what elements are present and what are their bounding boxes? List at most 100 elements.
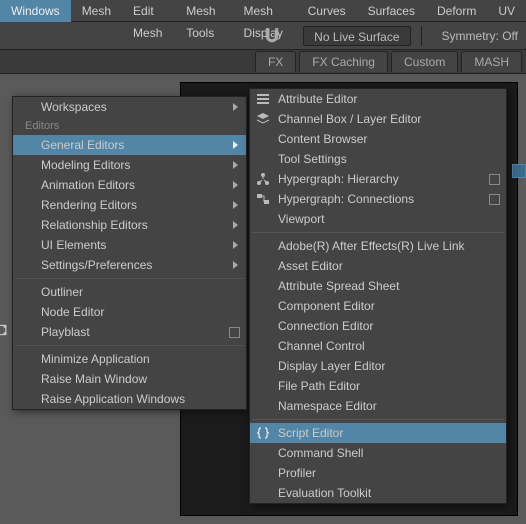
menu-label: Raise Main Window bbox=[41, 372, 147, 386]
command-shell-item[interactable]: Command Shell bbox=[250, 443, 506, 463]
hypergraph-hierarchy-item[interactable]: Hypergraph: Hierarchy bbox=[250, 169, 506, 189]
minimize-application-item[interactable]: Minimize Application bbox=[13, 349, 246, 369]
attribute-spread-sheet-item[interactable]: Attribute Spread Sheet bbox=[250, 276, 506, 296]
display-layer-editor-item[interactable]: Display Layer Editor bbox=[250, 356, 506, 376]
menu-label: Namespace Editor bbox=[278, 399, 377, 413]
animation-editors-submenu[interactable]: Animation Editors bbox=[13, 175, 246, 195]
option-box-icon[interactable] bbox=[229, 327, 240, 338]
attribute-editor-item[interactable]: Attribute Editor bbox=[250, 89, 506, 109]
menu-label: Channel Control bbox=[278, 339, 365, 353]
node-editor-item[interactable]: Node Editor bbox=[13, 302, 246, 322]
chevron-right-icon bbox=[233, 181, 238, 189]
component-editor-item[interactable]: Component Editor bbox=[250, 296, 506, 316]
menu-label: Attribute Spread Sheet bbox=[278, 279, 399, 293]
list-icon bbox=[256, 92, 270, 106]
chevron-right-icon bbox=[233, 261, 238, 269]
live-surface-dropdown[interactable]: No Live Surface bbox=[303, 26, 410, 46]
menu-label: File Path Editor bbox=[278, 379, 360, 393]
evaluation-toolkit-item[interactable]: Evaluation Toolkit bbox=[250, 483, 506, 503]
ui-elements-submenu[interactable]: UI Elements bbox=[13, 235, 246, 255]
menu-label: Playblast bbox=[41, 325, 90, 339]
general-editors-menu: Attribute Editor Channel Box / Layer Edi… bbox=[249, 88, 507, 504]
raise-application-windows-item[interactable]: Raise Application Windows bbox=[13, 389, 246, 409]
tool-settings-item[interactable]: Tool Settings bbox=[250, 149, 506, 169]
settings-preferences-submenu[interactable]: Settings/Preferences bbox=[13, 255, 246, 275]
menu-label: General Editors bbox=[41, 138, 124, 152]
windows-menu: Workspaces Editors General Editors Model… bbox=[12, 96, 247, 410]
menu-label: UI Elements bbox=[41, 238, 106, 252]
channel-control-item[interactable]: Channel Control bbox=[250, 336, 506, 356]
playblast-item[interactable]: Playblast bbox=[13, 322, 246, 342]
option-box-icon[interactable] bbox=[489, 194, 500, 205]
menu-separator bbox=[252, 419, 504, 420]
menu-mesh-tools[interactable]: Mesh Tools bbox=[175, 0, 232, 22]
chevron-right-icon bbox=[233, 161, 238, 169]
braces-icon bbox=[256, 426, 270, 440]
profiler-item[interactable]: Profiler bbox=[250, 463, 506, 483]
panel-toggle-icon[interactable] bbox=[512, 164, 526, 178]
menu-label: Channel Box / Layer Editor bbox=[278, 112, 421, 126]
chevron-right-icon bbox=[233, 103, 238, 111]
menu-label: Rendering Editors bbox=[41, 198, 137, 212]
menu-separator bbox=[15, 278, 244, 279]
general-editors-submenu[interactable]: General Editors bbox=[13, 135, 246, 155]
main-menubar: Windows Mesh Edit Mesh Mesh Tools Mesh D… bbox=[0, 0, 526, 22]
divider bbox=[421, 26, 422, 46]
menu-uv[interactable]: UV bbox=[487, 0, 526, 22]
menu-windows[interactable]: Windows bbox=[0, 0, 71, 22]
graph-icon bbox=[256, 192, 270, 206]
ae-live-link-item[interactable]: Adobe(R) After Effects(R) Live Link bbox=[250, 236, 506, 256]
reel-icon bbox=[0, 322, 7, 338]
content-browser-item[interactable]: Content Browser bbox=[250, 129, 506, 149]
menu-mesh[interactable]: Mesh bbox=[71, 0, 122, 22]
menu-label: Workspaces bbox=[41, 100, 107, 114]
connection-editor-item[interactable]: Connection Editor bbox=[250, 316, 506, 336]
rendering-editors-submenu[interactable]: Rendering Editors bbox=[13, 195, 246, 215]
menu-label: Script Editor bbox=[278, 426, 343, 440]
script-editor-item[interactable]: Script Editor bbox=[250, 423, 506, 443]
asset-editor-item[interactable]: Asset Editor bbox=[250, 256, 506, 276]
magnet-icon[interactable] bbox=[261, 25, 283, 47]
menu-label: Minimize Application bbox=[41, 352, 150, 366]
viewport-item[interactable]: Viewport bbox=[250, 209, 506, 229]
graph-icon bbox=[256, 172, 270, 186]
modeling-editors-submenu[interactable]: Modeling Editors bbox=[13, 155, 246, 175]
relationship-editors-submenu[interactable]: Relationship Editors bbox=[13, 215, 246, 235]
menu-separator bbox=[252, 232, 504, 233]
editors-section-label: Editors bbox=[13, 117, 246, 135]
workspaces-submenu[interactable]: Workspaces bbox=[13, 97, 246, 117]
chevron-right-icon bbox=[233, 241, 238, 249]
outliner-item[interactable]: Outliner bbox=[13, 282, 246, 302]
menu-label: Hypergraph: Hierarchy bbox=[278, 172, 399, 186]
tab-fx[interactable]: FX bbox=[255, 51, 296, 72]
channel-box-item[interactable]: Channel Box / Layer Editor bbox=[250, 109, 506, 129]
menu-deform[interactable]: Deform bbox=[426, 0, 487, 22]
hypergraph-connections-item[interactable]: Hypergraph: Connections bbox=[250, 189, 506, 209]
tab-custom[interactable]: Custom bbox=[391, 51, 458, 72]
namespace-editor-item[interactable]: Namespace Editor bbox=[250, 396, 506, 416]
chevron-right-icon bbox=[233, 201, 238, 209]
menu-label: Adobe(R) After Effects(R) Live Link bbox=[278, 239, 465, 253]
menu-separator bbox=[15, 345, 244, 346]
chevron-right-icon bbox=[233, 221, 238, 229]
menu-curves[interactable]: Curves bbox=[297, 0, 357, 22]
menu-label: Content Browser bbox=[278, 132, 367, 146]
menu-label: Attribute Editor bbox=[278, 92, 357, 106]
menu-mesh-display[interactable]: Mesh Display bbox=[233, 0, 297, 22]
symmetry-dropdown[interactable]: Symmetry: Off bbox=[442, 29, 518, 43]
menu-label: Outliner bbox=[41, 285, 83, 299]
menu-surfaces[interactable]: Surfaces bbox=[357, 0, 426, 22]
option-box-icon[interactable] bbox=[489, 174, 500, 185]
menu-label: Viewport bbox=[278, 212, 324, 226]
layers-icon bbox=[256, 112, 270, 126]
menu-label: Hypergraph: Connections bbox=[278, 192, 414, 206]
menu-label: Tool Settings bbox=[278, 152, 347, 166]
menu-label: Evaluation Toolkit bbox=[278, 486, 371, 500]
file-path-editor-item[interactable]: File Path Editor bbox=[250, 376, 506, 396]
tab-fx-caching[interactable]: FX Caching bbox=[299, 51, 388, 72]
raise-main-window-item[interactable]: Raise Main Window bbox=[13, 369, 246, 389]
tab-mash[interactable]: MASH bbox=[461, 51, 522, 72]
menu-label: Modeling Editors bbox=[41, 158, 130, 172]
menu-edit-mesh[interactable]: Edit Mesh bbox=[122, 0, 175, 22]
menu-label: Profiler bbox=[278, 466, 316, 480]
